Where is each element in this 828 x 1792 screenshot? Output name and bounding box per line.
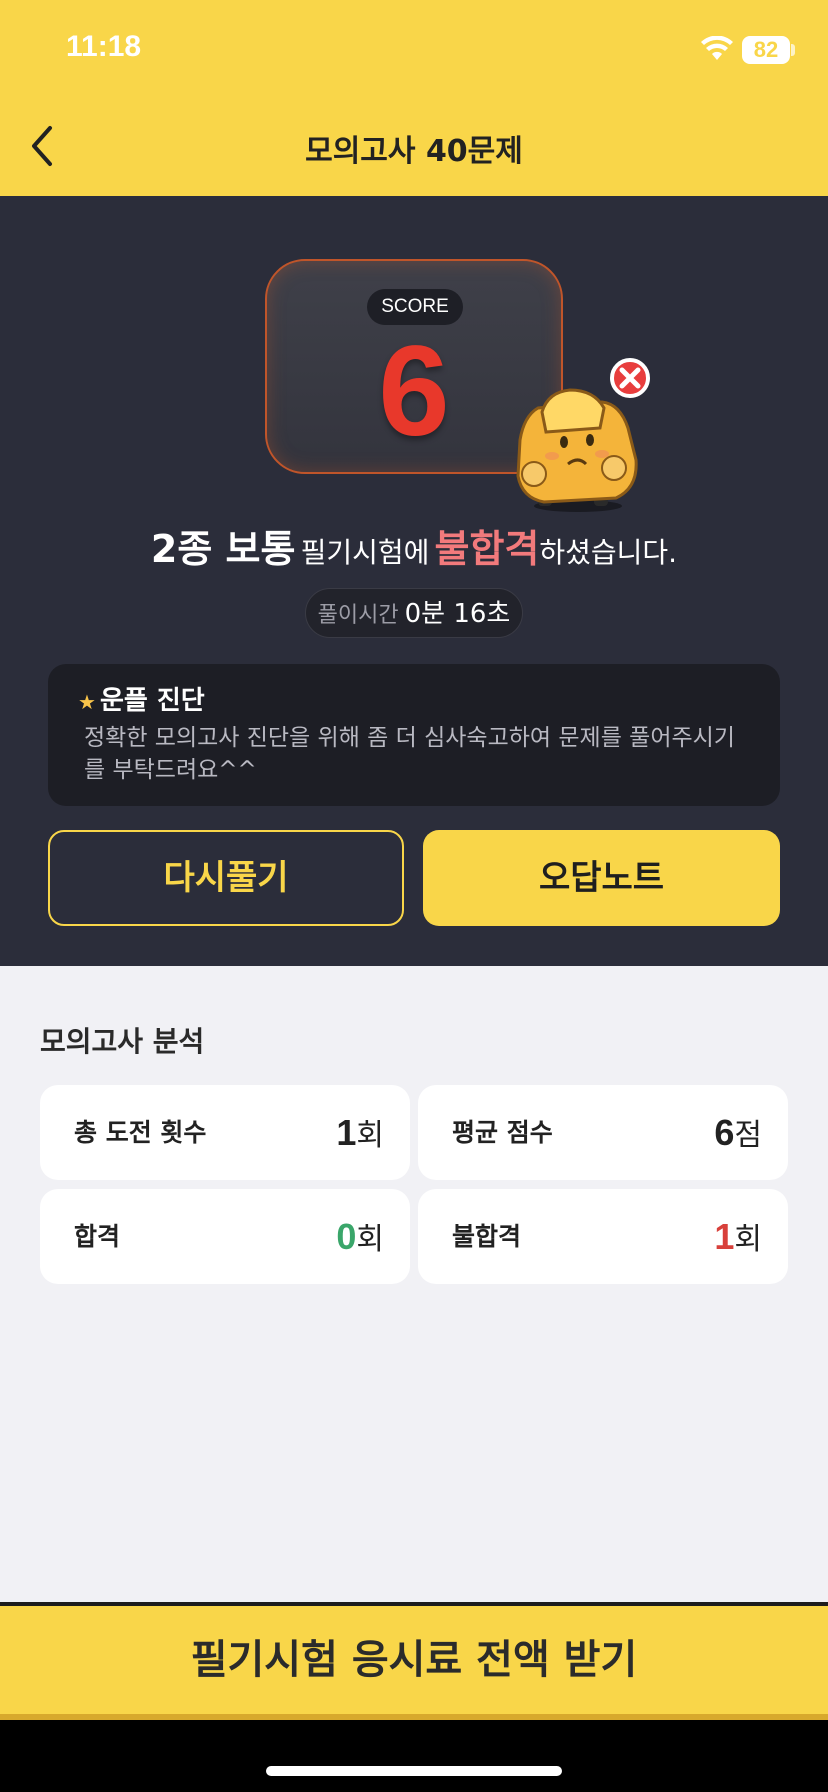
exam-fee-refund-button[interactable]: 필기시험 응시료 전액 받기 [0, 1602, 828, 1720]
stat-unit: 회 [356, 1222, 384, 1257]
stat-number: 0 [336, 1216, 357, 1257]
battery-icon: 82 [742, 36, 790, 64]
stat-total-attempts: 총 도전 횟수 1회 [40, 1085, 410, 1180]
result-suffix: 하셨습니다. [539, 536, 678, 569]
stat-unit: 회 [734, 1222, 762, 1257]
stat-average-score: 평균 점수 6점 [418, 1085, 788, 1180]
home-indicator-area [0, 1720, 828, 1792]
time-value: 0분 16초 [404, 599, 511, 629]
battery-tip [791, 44, 795, 56]
result-panel: SCORE 6 2종 보통 필기시험에 불합격하셨습니다. 풀이시간 0분 16초… [0, 196, 828, 966]
stat-number: 1 [714, 1216, 735, 1257]
solve-time-badge: 풀이시간 0분 16초 [305, 588, 523, 638]
analysis-title: 모의고사 분석 [40, 1025, 205, 1058]
retry-button[interactable]: 다시풀기 [48, 830, 404, 926]
stat-unit: 회 [356, 1118, 384, 1153]
star-icon: ★ [78, 690, 96, 714]
diagnosis-box: ★ 운플 진단 정확한 모의고사 진단을 위해 좀 더 심사숙고하여 문제를 풀어… [48, 664, 780, 806]
fail-word: 불합격 [434, 527, 540, 571]
stat-pass-count: 합격 0회 [40, 1189, 410, 1284]
status-time: 11:18 [66, 30, 142, 63]
page-title: 모의고사 40문제 [305, 134, 523, 169]
stat-label: 평균 점수 [452, 1118, 553, 1147]
license-type: 2종 보통 [150, 527, 296, 571]
stat-value: 0회 [336, 1189, 384, 1287]
diagnosis-title-text: 운플 진단 [99, 686, 205, 716]
stat-label: 총 도전 횟수 [74, 1118, 207, 1147]
stat-value: 1회 [714, 1189, 762, 1287]
wrong-answer-note-button[interactable]: 오답노트 [423, 830, 780, 926]
stat-value: 1회 [336, 1085, 384, 1183]
diagnosis-text: 정확한 모의고사 진단을 위해 좀 더 심사숙고하여 문제를 풀어주시기를 부탁… [84, 725, 735, 783]
stat-label: 불합격 [452, 1222, 522, 1251]
result-message: 2종 보통 필기시험에 불합격하셨습니다. [0, 518, 828, 573]
time-label: 풀이시간 [317, 603, 399, 628]
stat-label: 합격 [74, 1222, 121, 1251]
wifi-icon [701, 36, 733, 60]
top-bar: 11:18 82 모의고사 40문제 [0, 0, 828, 196]
diagnosis-title: ★ 운플 진단 [78, 680, 205, 717]
stat-value: 6점 [714, 1085, 762, 1183]
stat-number: 6 [714, 1112, 735, 1153]
stat-fail-count: 불합격 1회 [418, 1189, 788, 1284]
stat-unit: 점 [734, 1118, 762, 1153]
car-mascot-icon [516, 358, 650, 512]
home-indicator[interactable] [266, 1766, 562, 1776]
stat-number: 1 [336, 1112, 357, 1153]
exam-word: 필기시험에 [300, 536, 430, 569]
